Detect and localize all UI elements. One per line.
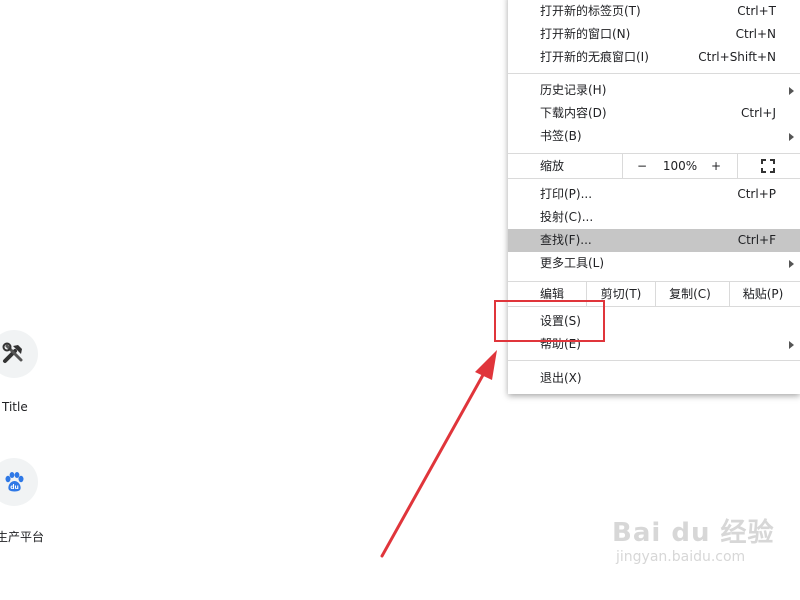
annotation-arrow-icon <box>380 350 497 558</box>
watermark-logo-text: Bai du 经验 <box>612 518 775 548</box>
watermark-url: jingyan.baidu.com <box>616 549 746 565</box>
baidu-jingyan-watermark: Bai du 经验 jingyan.baidu.com <box>612 512 775 565</box>
